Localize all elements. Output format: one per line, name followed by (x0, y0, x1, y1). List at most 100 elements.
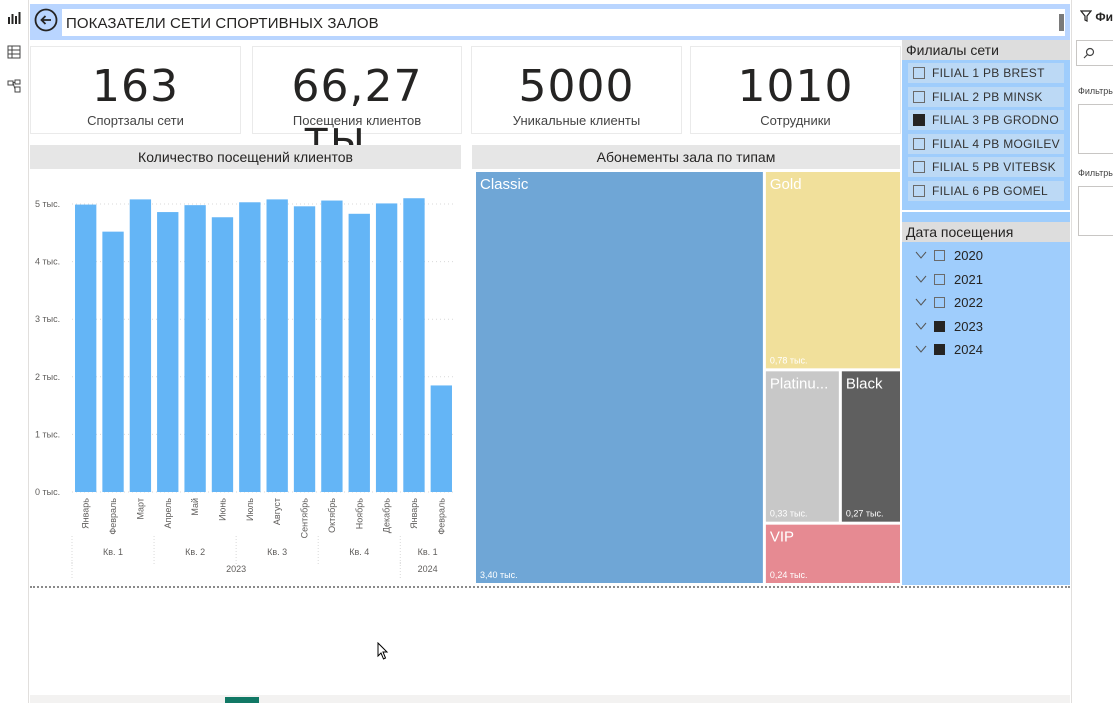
bar-chart-title: Количество посещений клиентов (30, 145, 461, 169)
y-tick-label: 4 тыс. (35, 257, 60, 267)
left-nav-rail (0, 0, 29, 703)
year-checkbox[interactable] (934, 344, 945, 356)
branch-option[interactable]: FILIAL 2 PB MINSK (908, 86, 1064, 107)
bar[interactable] (375, 203, 398, 492)
report-title-bar: ПОКАЗАТЕЛИ СЕТИ СПОРТИВНЫХ ЗАЛОВ (30, 4, 1070, 40)
chevron-down-icon[interactable] (914, 342, 928, 356)
subscriptions-treemap[interactable]: Classic 3,40 тыс. Gold 0,78 тыс. Platinu... 0… (472, 168, 900, 583)
bar[interactable] (211, 217, 234, 493)
back-arrow-icon[interactable] (34, 8, 58, 32)
filters-drop-area[interactable] (1078, 186, 1113, 236)
branch-option[interactable]: FILIAL 3 PB GRODNO (908, 110, 1064, 131)
year-label: 2020 (954, 248, 983, 263)
branch-checkbox[interactable] (913, 161, 925, 174)
mouse-cursor-icon (377, 641, 389, 665)
x-tick-label: Февраль (436, 498, 446, 535)
treemap-tile[interactable]: Platinu... 0,33 тыс. (765, 371, 839, 522)
branch-checkbox[interactable] (913, 137, 925, 150)
treemap-tile-rect[interactable] (765, 371, 839, 522)
branch-label: FILIAL 6 PB GOMEL (932, 184, 1049, 198)
bar[interactable] (266, 199, 288, 492)
treemap-tile-rect[interactable] (841, 371, 900, 522)
filters-pane-header[interactable]: Фи (1079, 10, 1113, 24)
filters-section-label: Фильтры (1078, 168, 1113, 178)
treemap-tile[interactable]: Black 0,27 тыс. (841, 371, 900, 522)
quarter-label: Кв. 1 (103, 547, 123, 557)
report-view-icon[interactable] (4, 8, 24, 28)
model-view-icon[interactable] (4, 76, 24, 96)
year-checkbox[interactable] (934, 297, 945, 309)
bar[interactable] (102, 231, 124, 492)
bar[interactable] (129, 199, 152, 492)
table-view-icon[interactable] (4, 42, 24, 62)
year-checkbox[interactable] (934, 320, 945, 332)
bar[interactable] (430, 385, 452, 492)
branch-option[interactable]: FILIAL 1 PB BREST (908, 63, 1064, 83)
treemap-tile[interactable]: Classic 3,40 тыс. (476, 172, 763, 583)
quarter-label: Кв. 3 (267, 547, 287, 557)
x-tick-label: Январь (81, 498, 91, 529)
visits-bar-chart[interactable]: 0 тыс. 1 тыс. 2 тыс. 3 тыс. 4 тыс. 5 тыс. Янва… (30, 168, 461, 580)
year-label: 2022 (954, 295, 983, 311)
treemap-tile-name: Black (846, 375, 883, 392)
y-tick-label: 5 тыс. (35, 199, 60, 209)
bar[interactable] (321, 200, 343, 492)
bar[interactable] (348, 213, 370, 492)
branch-checkbox[interactable] (913, 90, 925, 103)
branch-option[interactable]: FILIAL 6 PB GOMEL (908, 181, 1064, 201)
branch-checkbox[interactable] (913, 67, 925, 79)
year-option[interactable]: 2020 (910, 246, 1060, 266)
treemap-tile-rect[interactable] (476, 172, 763, 583)
branch-option[interactable]: FILIAL 4 PB MOGILEV (908, 133, 1064, 154)
visit-date-slicer: Дата посещения 2020 2021 2022 2023 2024 (902, 212, 1070, 585)
treemap-tile[interactable]: VIP 0,24 тыс. (765, 524, 900, 583)
year-label: 2024 (418, 564, 438, 574)
treemap-tile-rect[interactable] (765, 172, 900, 369)
year-label: 2023 (226, 564, 246, 574)
chevron-down-icon[interactable] (914, 295, 928, 309)
visit-date-slicer-title: Дата посещения (902, 222, 1070, 242)
branch-label: FILIAL 3 PB GRODNO (932, 113, 1059, 128)
bar[interactable] (75, 204, 97, 493)
kpi-card-employees[interactable]: 1010 Сотрудники (690, 46, 901, 134)
branch-label: FILIAL 1 PB BREST (932, 66, 1045, 80)
bar[interactable] (403, 198, 425, 493)
chevron-down-icon[interactable] (914, 319, 928, 333)
bar[interactable] (293, 206, 316, 492)
bar[interactable] (239, 202, 261, 492)
branch-checkbox[interactable] (913, 185, 925, 197)
treemap-tile-value: 0,27 тыс. (846, 509, 884, 519)
bar[interactable] (184, 205, 206, 492)
x-tick-label: Октябрь (327, 498, 337, 533)
report-title: ПОКАЗАТЕЛИ СЕТИ СПОРТИВНЫХ ЗАЛОВ (66, 15, 379, 32)
quarter-label: Кв. 2 (185, 547, 205, 557)
branch-option[interactable]: FILIAL 5 PB VITEBSK (908, 157, 1064, 178)
kpi-value: 1010 (737, 61, 854, 112)
treemap-tile-name: Platinu... (770, 375, 828, 392)
filters-search-input[interactable] (1076, 40, 1113, 66)
branch-checkbox[interactable] (913, 114, 925, 127)
active-page-tab[interactable] (225, 697, 259, 703)
x-tick-label: Май (190, 498, 200, 516)
chevron-down-icon[interactable] (914, 248, 928, 262)
kpi-card-visits[interactable]: 66,27 ты... Посещения клиентов (252, 46, 462, 163)
year-option[interactable]: 2022 (910, 293, 1060, 313)
bar[interactable] (157, 212, 179, 492)
kpi-value: 163 (92, 61, 179, 112)
kpi-card-gyms[interactable]: 163 Спортзалы сети (30, 46, 241, 134)
kpi-card-unique-clients[interactable]: 5000 Уникальные клиенты (471, 46, 682, 134)
treemap-tile[interactable]: Gold 0,78 тыс. (765, 172, 900, 369)
x-tick-label: Декабрь (382, 498, 392, 533)
title-scrollbar[interactable] (1059, 14, 1064, 31)
year-option[interactable]: 2024 (910, 340, 1060, 360)
y-tick-label: 3 тыс. (35, 314, 60, 324)
year-option[interactable]: 2023 (910, 317, 1060, 337)
quarter-label: Кв. 1 (418, 547, 438, 557)
year-option[interactable]: 2021 (910, 270, 1060, 290)
kpi-label: Уникальные клиенты (512, 113, 641, 128)
year-checkbox[interactable] (934, 273, 945, 285)
chevron-down-icon[interactable] (914, 272, 928, 286)
quarter-label: Кв. 4 (349, 547, 369, 557)
year-checkbox[interactable] (934, 250, 945, 261)
filters-drop-area[interactable] (1078, 104, 1113, 154)
